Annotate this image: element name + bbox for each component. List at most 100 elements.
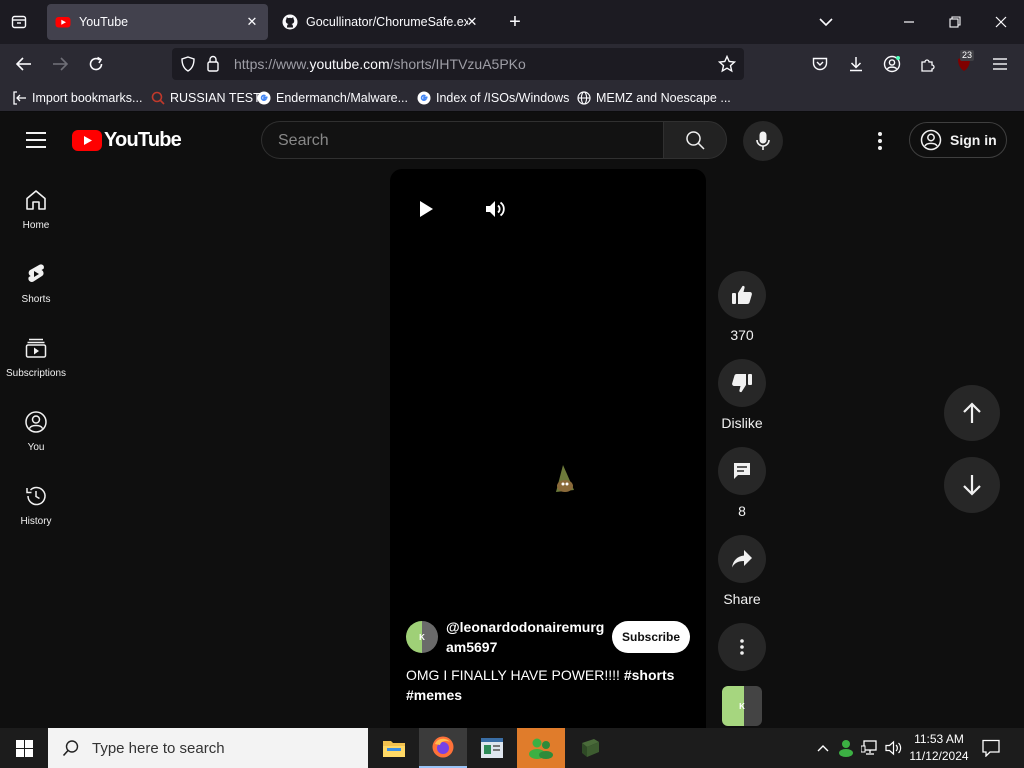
- back-arrow-icon[interactable]: [12, 54, 36, 74]
- downloads-icon[interactable]: [844, 54, 868, 74]
- pocket-icon[interactable]: [808, 54, 832, 74]
- clock-time: 11:53 AM: [914, 732, 964, 746]
- caption-text: OMG I FINALLY HAVE POWER!!!!: [406, 667, 624, 683]
- volume-button[interactable]: [482, 197, 510, 221]
- file-explorer-taskbar-button[interactable]: [370, 728, 418, 768]
- notifications-icon[interactable]: [980, 738, 1002, 758]
- search-icon: [685, 130, 705, 150]
- browser-nav-bar: https://www.youtube.com/shorts/IHTVzuA5P…: [0, 44, 1024, 84]
- clock-date: 11/12/2024: [909, 749, 969, 763]
- book-app-taskbar-button[interactable]: [566, 728, 614, 768]
- network-icon[interactable]: [860, 738, 880, 758]
- like-button[interactable]: [718, 271, 766, 319]
- more-options-button[interactable]: [718, 623, 766, 671]
- sidebar-item-home[interactable]: Home: [0, 188, 72, 262]
- account-icon[interactable]: [880, 54, 904, 74]
- bookmark-import[interactable]: Import bookmarks...: [12, 88, 142, 108]
- taskbar-search-box[interactable]: Type here to search: [48, 728, 368, 768]
- channel-avatar[interactable]: K: [406, 621, 438, 653]
- sidebar-label: Shorts: [21, 294, 51, 305]
- volume-tray-icon[interactable]: [884, 738, 904, 758]
- thumbs-down-icon: [731, 372, 753, 394]
- start-button[interactable]: [0, 728, 48, 768]
- tray-app-icon[interactable]: [836, 738, 856, 758]
- close-tab-icon[interactable]: ✕: [244, 14, 260, 30]
- share-button[interactable]: [718, 535, 766, 583]
- github-icon: [282, 14, 298, 30]
- extensions-puzzle-icon[interactable]: [916, 54, 940, 74]
- youtube-favicon: [55, 14, 71, 30]
- next-short-button[interactable]: [944, 457, 1000, 513]
- bookmark-label: Endermanch/Malware...: [276, 91, 409, 105]
- channel-name[interactable]: @leonardodonairemurgam5697: [446, 617, 606, 657]
- active-app-taskbar-button[interactable]: [517, 728, 565, 768]
- close-window-icon[interactable]: [990, 12, 1012, 32]
- tab-youtube[interactable]: YouTube ✕: [47, 4, 268, 40]
- close-tab-icon[interactable]: ✕: [464, 14, 480, 30]
- import-icon: [12, 90, 28, 106]
- comments-button[interactable]: [718, 447, 766, 495]
- settings-kebab-icon[interactable]: [870, 130, 890, 152]
- hamburger-menu-icon[interactable]: [988, 54, 1012, 74]
- comment-count: 8: [738, 503, 746, 519]
- like-action: 370: [718, 271, 766, 343]
- system-clock[interactable]: 11:53 AM 11/12/2024: [908, 731, 970, 765]
- microphone-icon: [756, 131, 770, 151]
- bookmark-endermanch[interactable]: Endermanch/Malware...: [256, 88, 408, 108]
- more-kebab-icon: [740, 639, 744, 655]
- url-prefix: https://www.: [234, 56, 310, 72]
- windows-taskbar: Type here to search 11:53 AM 11/12/2024: [0, 728, 1024, 768]
- hashtag-link[interactable]: #shorts: [624, 667, 675, 683]
- ublock-origin-icon[interactable]: 23: [952, 50, 976, 76]
- shorts-player[interactable]: K @leonardodonairemurgam5697 Subscribe O…: [390, 169, 706, 728]
- forward-arrow-icon[interactable]: [48, 54, 72, 74]
- url-text[interactable]: https://www.youtube.com/shorts/IHTVzuA5P…: [234, 56, 526, 72]
- bookmark-index-isos[interactable]: Index of /ISOs/Windows: [416, 88, 569, 108]
- new-tab-icon[interactable]: +: [504, 11, 526, 33]
- sidebar-item-shorts[interactable]: Shorts: [0, 262, 72, 336]
- sign-in-label: Sign in: [950, 132, 997, 148]
- url-path: /shorts/IHTVzuA5PKo: [389, 56, 526, 72]
- subscribe-button[interactable]: Subscribe: [612, 621, 690, 653]
- app-taskbar-button[interactable]: [468, 728, 516, 768]
- dislike-button[interactable]: [718, 359, 766, 407]
- history-icon: [24, 484, 48, 508]
- bookmark-label: RUSSIAN TEST: [170, 91, 261, 105]
- share-action: Share: [718, 535, 766, 607]
- sound-thumbnail[interactable]: K: [722, 686, 762, 726]
- hashtag-link[interactable]: #memes: [406, 687, 462, 703]
- tab-github[interactable]: Gocullinator/ChorumeSafe.exe ✕: [274, 4, 488, 40]
- firefox-taskbar-button[interactable]: [419, 728, 467, 768]
- tab-title: YouTube: [79, 15, 129, 29]
- bookmark-label: MEMZ and Noescape ...: [596, 91, 731, 105]
- sidebar-item-history[interactable]: History: [0, 484, 72, 558]
- address-bar[interactable]: https://www.youtube.com/shorts/IHTVzuA5P…: [172, 48, 744, 80]
- voice-search-button[interactable]: [743, 121, 783, 161]
- globe-icon: [576, 90, 592, 106]
- previous-short-button[interactable]: [944, 385, 1000, 441]
- sign-in-button[interactable]: Sign in: [909, 122, 1007, 158]
- bookmark-star-icon[interactable]: [718, 55, 736, 73]
- sidebar-item-you[interactable]: You: [0, 410, 72, 484]
- play-button[interactable]: [418, 197, 434, 221]
- restore-window-icon[interactable]: [944, 12, 966, 32]
- bookmark-russian-test[interactable]: RUSSIAN TEST: [150, 88, 261, 108]
- sidebar-item-subscriptions[interactable]: Subscriptions: [0, 336, 72, 410]
- search-button[interactable]: [663, 121, 727, 159]
- bookmark-memz[interactable]: MEMZ and Noescape ...: [576, 88, 731, 108]
- app-window-icon: [480, 737, 504, 759]
- extension-badge: 23: [960, 50, 975, 61]
- show-hidden-icons-chevron-icon[interactable]: [814, 738, 832, 758]
- subscriptions-icon: [24, 336, 48, 360]
- search-favicon: [150, 90, 166, 106]
- minimize-window-icon[interactable]: [898, 12, 920, 32]
- list-all-tabs-icon[interactable]: [815, 12, 837, 32]
- taskbar-search-placeholder: Type here to search: [92, 739, 225, 757]
- lock-icon[interactable]: [206, 55, 220, 72]
- firefox-view-icon[interactable]: [8, 12, 30, 32]
- search-input[interactable]: Search: [261, 121, 663, 159]
- guide-menu-icon[interactable]: [24, 130, 48, 150]
- youtube-logo[interactable]: YouTube: [72, 129, 182, 152]
- reload-icon[interactable]: [84, 54, 108, 74]
- tracking-protection-shield-icon[interactable]: [180, 56, 196, 72]
